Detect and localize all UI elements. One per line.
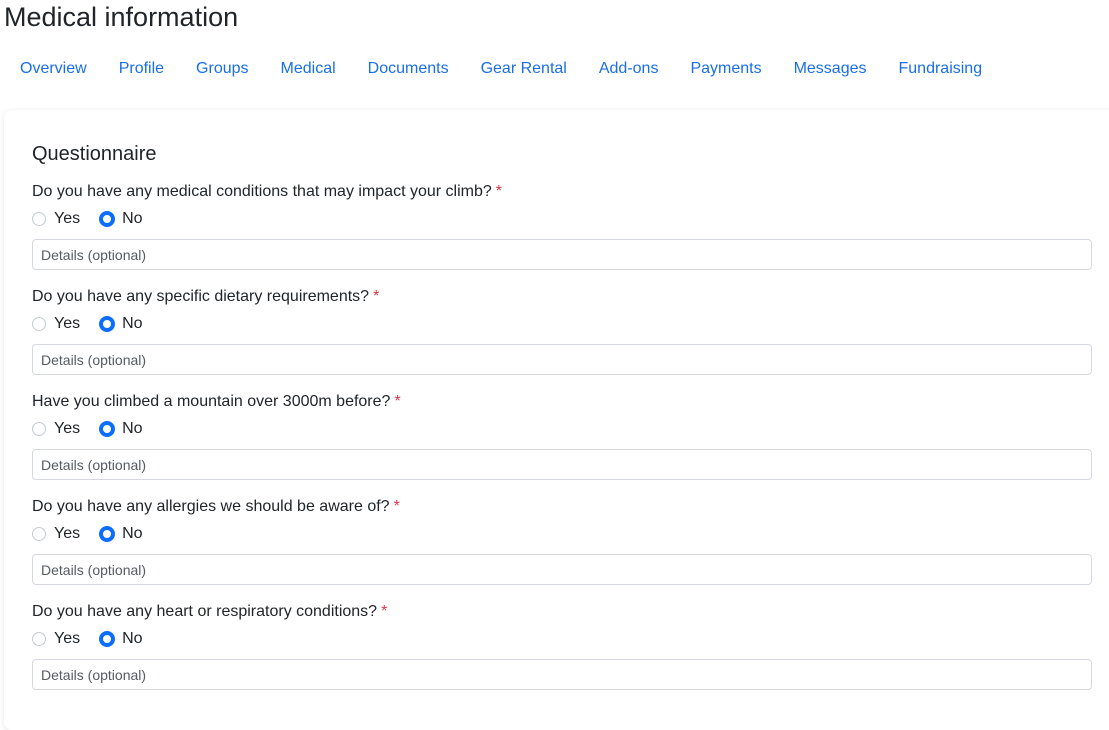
- radio-no[interactable]: No: [99, 419, 143, 439]
- radio-label-yes: Yes: [54, 630, 81, 647]
- details-input[interactable]: [32, 239, 1092, 270]
- details-input[interactable]: [32, 554, 1092, 585]
- question-label: Do you have any specific dietary require…: [32, 287, 1092, 307]
- radio-checked-icon[interactable]: [99, 526, 116, 542]
- question-dietary-requirements: Do you have any specific dietary require…: [32, 287, 1092, 375]
- radio-yes[interactable]: Yes: [32, 524, 80, 544]
- nav-link-documents[interactable]: Documents: [352, 54, 465, 84]
- yes-no-radio-group: Yes No: [32, 627, 1092, 651]
- nav-link-medical[interactable]: Medical: [265, 54, 352, 84]
- radio-no[interactable]: No: [99, 629, 143, 649]
- radio-no[interactable]: No: [99, 314, 143, 334]
- nav-link-fundraising[interactable]: Fundraising: [883, 54, 999, 84]
- details-input[interactable]: [32, 659, 1092, 690]
- questionnaire-title: Questionnaire: [32, 143, 157, 165]
- radio-label-yes: Yes: [54, 315, 81, 332]
- question-label: Have you climbed a mountain over 3000m b…: [32, 392, 1092, 412]
- questionnaire-card: Questionnaire Do you have any medical co…: [4, 110, 1109, 730]
- radio-unchecked-icon[interactable]: [32, 212, 46, 226]
- yes-no-radio-group: Yes No: [32, 417, 1092, 441]
- radio-label-no: No: [122, 210, 143, 227]
- radio-yes[interactable]: Yes: [32, 314, 80, 334]
- question-medical-conditions: Do you have any medical conditions that …: [32, 182, 1092, 270]
- question-allergies: Do you have any allergies we should be a…: [32, 497, 1092, 585]
- radio-label-yes: Yes: [54, 525, 81, 542]
- question-text: Do you have any allergies we should be a…: [32, 498, 390, 515]
- required-marker: *: [373, 288, 380, 305]
- nav-link-payments[interactable]: Payments: [674, 54, 777, 84]
- radio-label-no: No: [122, 315, 143, 332]
- yes-no-radio-group: Yes No: [32, 207, 1092, 231]
- nav-link-gear-rental[interactable]: Gear Rental: [465, 54, 583, 84]
- radio-label-yes: Yes: [54, 420, 81, 437]
- question-text: Do you have any medical conditions that …: [32, 183, 492, 200]
- radio-label-yes: Yes: [54, 210, 81, 227]
- question-label: Do you have any allergies we should be a…: [32, 497, 1092, 517]
- nav-link-messages[interactable]: Messages: [778, 54, 883, 84]
- required-marker: *: [495, 183, 503, 200]
- yes-no-radio-group: Yes No: [32, 522, 1092, 546]
- question-climbed-3000m: Have you climbed a mountain over 3000m b…: [32, 392, 1092, 480]
- nav-link-add-ons[interactable]: Add-ons: [583, 54, 675, 84]
- radio-no[interactable]: No: [99, 209, 143, 229]
- radio-unchecked-icon[interactable]: [32, 422, 46, 436]
- page-title: Medical information: [4, 2, 239, 32]
- radio-checked-icon[interactable]: [99, 631, 116, 647]
- nav-link-profile[interactable]: Profile: [103, 54, 180, 84]
- question-label: Do you have any heart or respiratory con…: [32, 602, 1092, 622]
- radio-checked-icon[interactable]: [99, 211, 116, 227]
- radio-label-no: No: [122, 630, 143, 647]
- question-text: Do you have any heart or respiratory con…: [32, 603, 378, 620]
- yes-no-radio-group: Yes No: [32, 312, 1092, 336]
- radio-yes[interactable]: Yes: [32, 209, 80, 229]
- radio-checked-icon[interactable]: [99, 421, 116, 437]
- radio-unchecked-icon[interactable]: [32, 527, 46, 541]
- required-marker: *: [381, 603, 388, 620]
- radio-unchecked-icon[interactable]: [32, 317, 46, 331]
- nav-link-overview[interactable]: Overview: [4, 54, 103, 84]
- required-marker: *: [394, 393, 401, 410]
- section-nav: Overview Profile Groups Medical Document…: [4, 54, 998, 84]
- radio-label-no: No: [122, 525, 143, 542]
- radio-label-no: No: [122, 420, 143, 437]
- details-input[interactable]: [32, 344, 1092, 375]
- nav-link-groups[interactable]: Groups: [180, 54, 264, 84]
- question-text: Have you climbed a mountain over 3000m b…: [32, 393, 391, 410]
- details-input[interactable]: [32, 449, 1092, 480]
- radio-checked-icon[interactable]: [99, 316, 116, 332]
- radio-yes[interactable]: Yes: [32, 419, 80, 439]
- radio-unchecked-icon[interactable]: [32, 632, 46, 646]
- radio-no[interactable]: No: [99, 524, 143, 544]
- question-heart-respiratory: Do you have any heart or respiratory con…: [32, 602, 1092, 690]
- radio-yes[interactable]: Yes: [32, 629, 80, 649]
- question-text: Do you have any specific dietary require…: [32, 288, 370, 305]
- question-label: Do you have any medical conditions that …: [32, 182, 1092, 202]
- required-marker: *: [393, 498, 400, 515]
